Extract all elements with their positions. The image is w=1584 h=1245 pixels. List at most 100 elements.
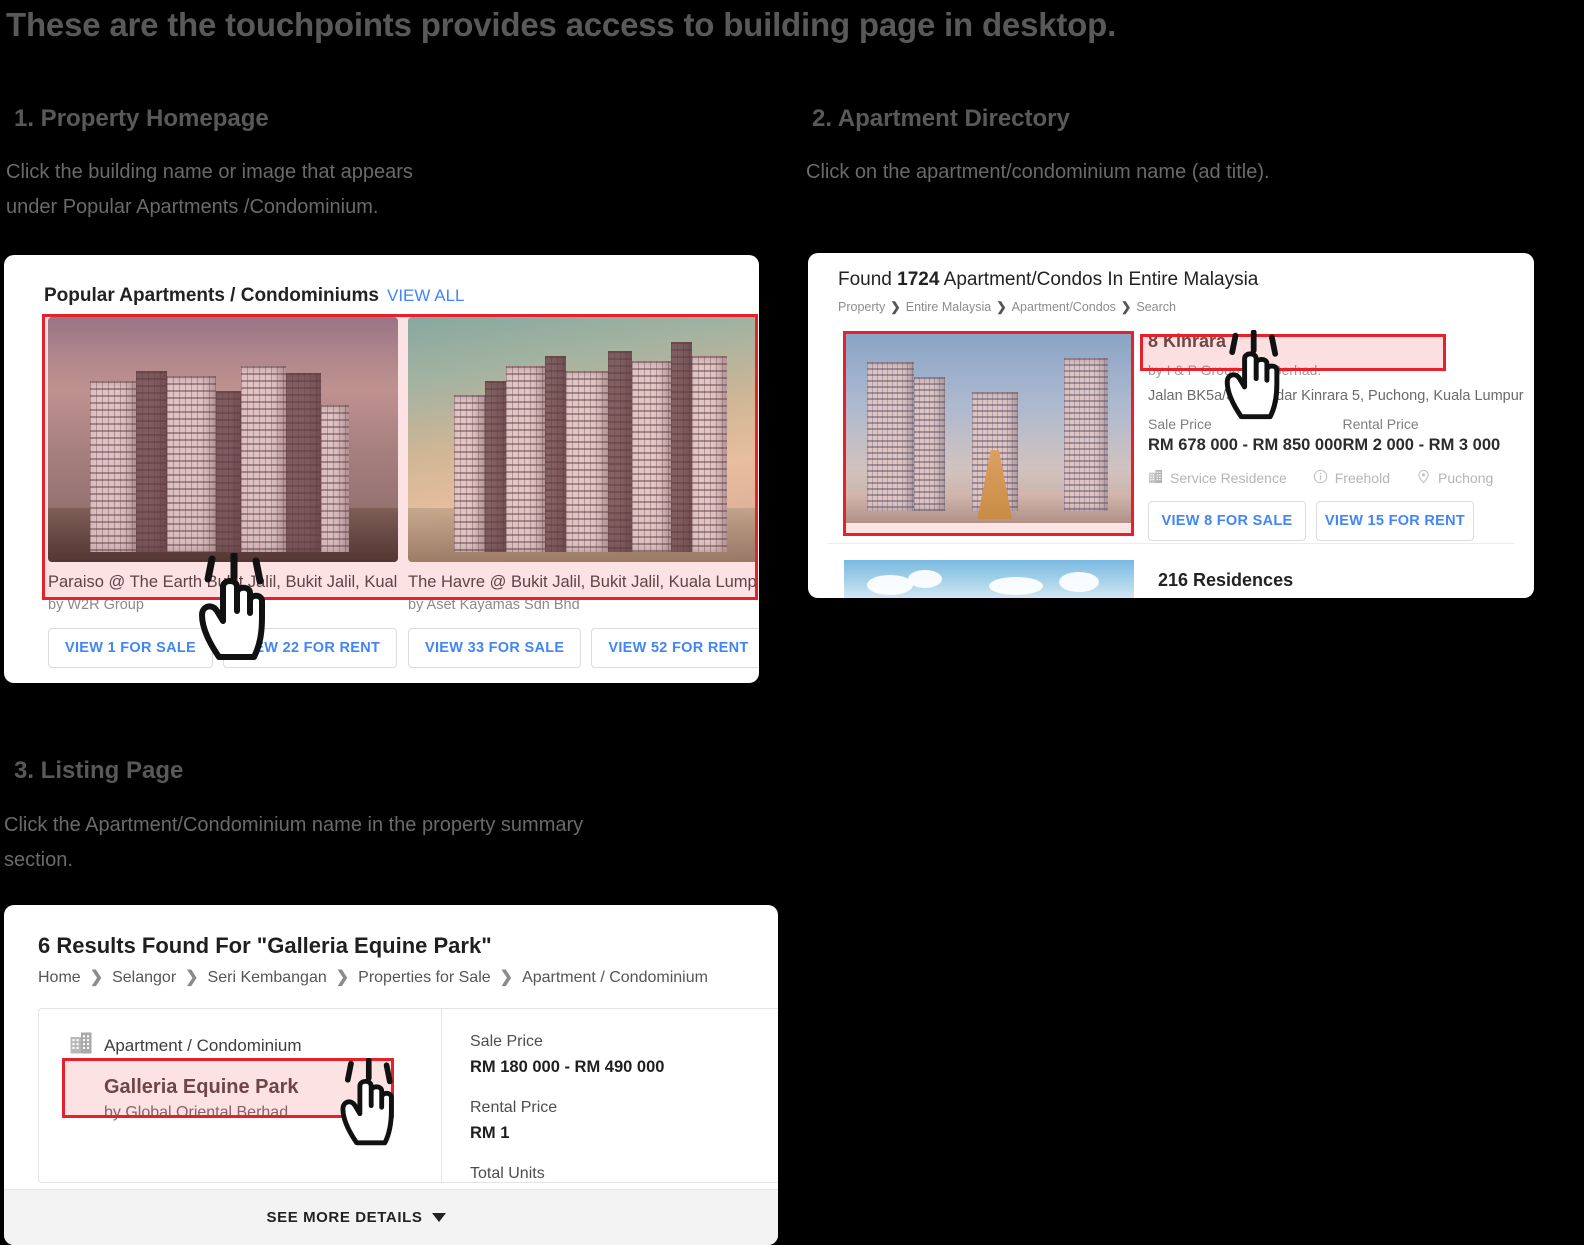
step-description-3-line2: section. <box>4 849 73 871</box>
step-description-1-line2: under Popular Apartments /Condominium. <box>6 196 379 218</box>
property-summary-right: Sale Price RM 180 000 - RM 490 000 Renta… <box>441 1009 778 1245</box>
results-suffix: Apartment/Condos In Entire Malaysia <box>939 269 1259 290</box>
listing-page-card: 6 Results Found For "Galleria Equine Par… <box>4 905 778 1245</box>
step-description-1-line1: Click the building name or image that ap… <box>6 161 413 183</box>
step-title-2: 2. Apartment Directory <box>812 105 1070 132</box>
view-for-sale-button-2[interactable]: VIEW 33 FOR SALE <box>408 628 582 668</box>
summary-label-rental-price: Rental Price <box>470 1099 558 1116</box>
apartment-name-1[interactable]: Paraiso @ The Earth Bukit Jalil, Bukit J… <box>48 573 398 592</box>
building-icon <box>1148 469 1163 487</box>
step-description-3: Click the Apartment/Condominium name in … <box>4 808 834 878</box>
rental-price-value: RM 2 000 - RM 3 000 <box>1342 436 1501 454</box>
results-count: 1724 <box>897 269 940 290</box>
directory-listing-next[interactable]: 216 Residences <box>844 560 1293 598</box>
chevron-right-icon: ❯ <box>185 969 199 986</box>
property-summary-section: Apartment / Condominium Galleria Equine … <box>38 1008 778 1245</box>
breadcrumb-item-properties-for-sale[interactable]: Properties for Sale <box>358 969 491 986</box>
directory-view-for-rent-button[interactable]: VIEW 15 FOR RENT <box>1316 501 1474 541</box>
listing-results-title: 6 Results Found For "Galleria Equine Par… <box>38 933 492 958</box>
summary-value-rental-price: RM 1 <box>470 1124 510 1142</box>
property-homepage-card: Popular Apartments / Condominiums VIEW AL… <box>4 255 759 683</box>
view-for-rent-button-1[interactable]: VIEW 22 FOR RENT <box>223 628 398 668</box>
summary-label-sale-price: Sale Price <box>470 1033 543 1050</box>
breadcrumb-item-malaysia[interactable]: Entire Malaysia <box>906 300 991 314</box>
directory-sale-price: Sale Price RM 678 000 - RM 850 000 <box>1148 416 1342 455</box>
breadcrumb-item-home[interactable]: Home <box>38 969 81 986</box>
apartment-card-1[interactable]: Paraiso @ The Earth Bukit Jalil, Bukit J… <box>48 317 398 668</box>
facility-tenure: Freehold <box>1313 469 1390 487</box>
directory-next-name[interactable]: 216 Residences <box>1158 570 1293 591</box>
sale-price-value: RM 678 000 - RM 850 000 <box>1148 436 1343 454</box>
building-icon <box>69 1031 93 1060</box>
summary-cell-sale-price: Sale Price RM 180 000 - RM 490 000 <box>470 1033 730 1077</box>
apartment-image-1[interactable] <box>48 317 398 562</box>
popular-apartments-heading: Popular Apartments / Condominiums VIEW AL… <box>44 285 464 307</box>
breadcrumb-item-apartment-condominium[interactable]: Apartment / Condominium <box>522 969 708 986</box>
directory-buttons-row: VIEW 8 FOR SALE VIEW 15 FOR RENT <box>1148 501 1514 541</box>
apartment-image-2[interactable] <box>408 317 758 562</box>
apartment-card-2[interactable]: The Havre @ Bukit Jalil, Bukit Jalil, Ku… <box>408 317 759 668</box>
apartment-buttons-2: VIEW 33 FOR SALE VIEW 52 FOR RENT <box>408 628 759 668</box>
info-icon <box>1313 469 1328 487</box>
results-prefix: Found <box>838 269 898 290</box>
apartment-developer-1: by W2R Group <box>48 597 144 613</box>
breadcrumb-item-seri-kembangan[interactable]: Seri Kembangan <box>208 969 327 986</box>
location-pin-icon <box>1416 469 1431 487</box>
directory-next-image[interactable] <box>844 560 1134 598</box>
chevron-right-icon: ❯ <box>335 969 350 986</box>
step-description-2-line1: Click on the apartment/condominium name … <box>806 161 1270 183</box>
chevron-down-icon <box>431 1213 446 1222</box>
apartment-buttons-1: VIEW 1 FOR SALE VIEW 22 FOR RENT <box>48 628 398 668</box>
directory-view-for-sale-button[interactable]: VIEW 8 FOR SALE <box>1148 501 1306 541</box>
breadcrumb-item-selangor[interactable]: Selangor <box>112 969 176 986</box>
directory-listing-image[interactable] <box>844 331 1134 523</box>
slide-title: These are the touchpoints provides acces… <box>6 6 1117 43</box>
directory-listing-address: Jalan BK5a/3b, Bandar Kinrara 5, Puchong… <box>1148 388 1524 404</box>
apartment-name-2[interactable]: The Havre @ Bukit Jalil, Bukit Jalil, Ku… <box>408 573 758 592</box>
property-type-label: Apartment / Condominium <box>104 1035 302 1055</box>
breadcrumb-item-condos[interactable]: Apartment/Condos <box>1012 300 1116 314</box>
directory-price-row: Sale Price RM 678 000 - RM 850 000 Renta… <box>1148 416 1514 455</box>
listing-breadcrumb: Home ❯ Selangor ❯ Seri Kembangan ❯ Properties … <box>38 967 708 987</box>
property-type-row: Apartment / Condominium <box>69 1031 441 1060</box>
view-for-sale-button-1[interactable]: VIEW 1 FOR SALE <box>48 628 213 668</box>
directory-listing-name[interactable]: 8 Kinrara <box>1148 331 1514 352</box>
directory-listing-info: 8 Kinrara by I & P Group Sdn Berhad. Jal… <box>1148 331 1524 541</box>
sale-price-label: Sale Price <box>1148 416 1212 432</box>
apartment-developer-2: by Aset Kayamas Sdn Bhd <box>408 597 580 613</box>
chevron-right-icon: ❯ <box>89 969 104 986</box>
see-more-details-label: SEE MORE DETAILS <box>266 1209 423 1226</box>
step-title-3: 3. Listing Page <box>14 757 184 784</box>
step-description-3-line1: Click the Apartment/Condominium name in … <box>4 814 584 836</box>
property-name[interactable]: Galleria Equine Park <box>104 1076 441 1099</box>
chevron-right-icon: ❯ <box>1120 300 1132 314</box>
popular-apartments-title: Popular Apartments / Condominiums <box>44 285 379 306</box>
property-summary-left: Apartment / Condominium Galleria Equine … <box>39 1009 441 1182</box>
property-developer: by Global Oriental Berhad <box>104 1104 289 1121</box>
step-description-2: Click on the apartment/condominium name … <box>806 155 1506 190</box>
apartment-directory-card: Found 1724 Apartment/Condos In Entire Ma… <box>808 253 1534 598</box>
see-more-details-bar[interactable]: SEE MORE DETAILS <box>4 1189 778 1245</box>
breadcrumb-item-property[interactable]: Property <box>838 300 885 314</box>
facility-location: Puchong <box>1416 469 1493 487</box>
property-name-block[interactable]: Galleria Equine Park by Global Oriental … <box>104 1076 441 1122</box>
popular-apartments-grid: Paraiso @ The Earth Bukit Jalil, Bukit J… <box>48 317 759 668</box>
step-title-1: 1. Property Homepage <box>14 105 269 132</box>
chevron-right-icon: ❯ <box>996 300 1007 314</box>
summary-value-sale-price: RM 180 000 - RM 490 000 <box>470 1058 665 1076</box>
chevron-right-icon: ❯ <box>499 969 514 986</box>
breadcrumb-item-search[interactable]: Search <box>1136 300 1176 314</box>
step-description-1: Click the building name or image that ap… <box>6 155 646 225</box>
see-more-details-button[interactable]: SEE MORE DETAILS <box>266 1209 446 1226</box>
view-all-link[interactable]: VIEW ALL <box>387 286 464 305</box>
directory-results-heading: Found 1724 Apartment/Condos In Entire Ma… <box>838 269 1258 291</box>
listing-divider <box>828 543 1514 544</box>
rental-price-label: Rental Price <box>1342 416 1419 432</box>
slide-canvas: These are the touchpoints provides acces… <box>0 0 1584 1245</box>
chevron-right-icon: ❯ <box>890 300 901 314</box>
summary-cell-rental-price: Rental Price RM 1 <box>470 1099 730 1143</box>
facility-property-type: Service Residence <box>1148 469 1287 487</box>
view-for-rent-button-2[interactable]: VIEW 52 FOR RENT <box>591 628 759 668</box>
facility-tenure-label: Freehold <box>1334 470 1390 486</box>
directory-listing-developer: by I & P Group Sdn Berhad. <box>1148 362 1322 378</box>
